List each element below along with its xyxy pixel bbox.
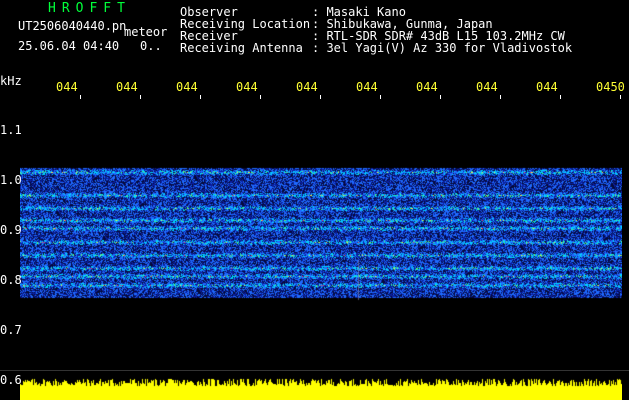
frequency-tick-label: 0.8 — [0, 273, 22, 287]
time-tick-label: 044 — [56, 80, 78, 94]
time-tick-mark — [620, 95, 621, 99]
time-tick-label: 044 — [176, 80, 198, 94]
antenna-label: Receiving Antenna — [180, 41, 303, 55]
spectrogram-canvas — [20, 100, 622, 378]
datetime-extra: 0.. — [140, 39, 162, 53]
station-code: HROFFT — [48, 1, 131, 16]
time-tick-label: 044 — [476, 80, 498, 94]
time-tick-mark — [260, 95, 261, 99]
time-tick-label: 044 — [116, 80, 138, 94]
frequency-tick-label: 0.9 — [0, 223, 22, 237]
time-tick-label: 0450 — [596, 80, 625, 94]
time-tick-mark — [80, 95, 81, 99]
time-tick-mark — [320, 95, 321, 99]
time-tick-label: 044 — [236, 80, 258, 94]
frequency-tick-label: 1.1 — [0, 123, 22, 137]
time-tick-mark — [380, 95, 381, 99]
baseline-divider — [0, 370, 629, 371]
frequency-tick-label: 1.0 — [0, 173, 22, 187]
time-tick-mark — [560, 95, 561, 99]
frequency-tick-label: 0.6 — [0, 373, 22, 387]
time-tick-label: 044 — [296, 80, 318, 94]
signal-strength-bar — [20, 372, 622, 400]
observation-datetime: 25.06.04 04:40 — [18, 39, 120, 53]
time-tick-label: 044 — [536, 80, 558, 94]
time-tick-mark — [500, 95, 501, 99]
frequency-tick-label: 0.7 — [0, 323, 22, 337]
spectrogram-window: HROFFT UT2506040440.pn meteor 25.06.04 0… — [0, 0, 629, 400]
time-tick-mark — [440, 95, 441, 99]
antenna-value: : 3el Yagi(V) Az 330 for Vladivostok — [312, 41, 573, 55]
time-tick-label: 044 — [356, 80, 378, 94]
file-name: UT2506040440.pn — [18, 19, 127, 33]
frequency-unit-label: kHz — [0, 74, 22, 88]
time-tick-mark — [200, 95, 201, 99]
observation-type: meteor — [124, 25, 168, 39]
time-tick-mark — [140, 95, 141, 99]
time-tick-label: 044 — [416, 80, 438, 94]
